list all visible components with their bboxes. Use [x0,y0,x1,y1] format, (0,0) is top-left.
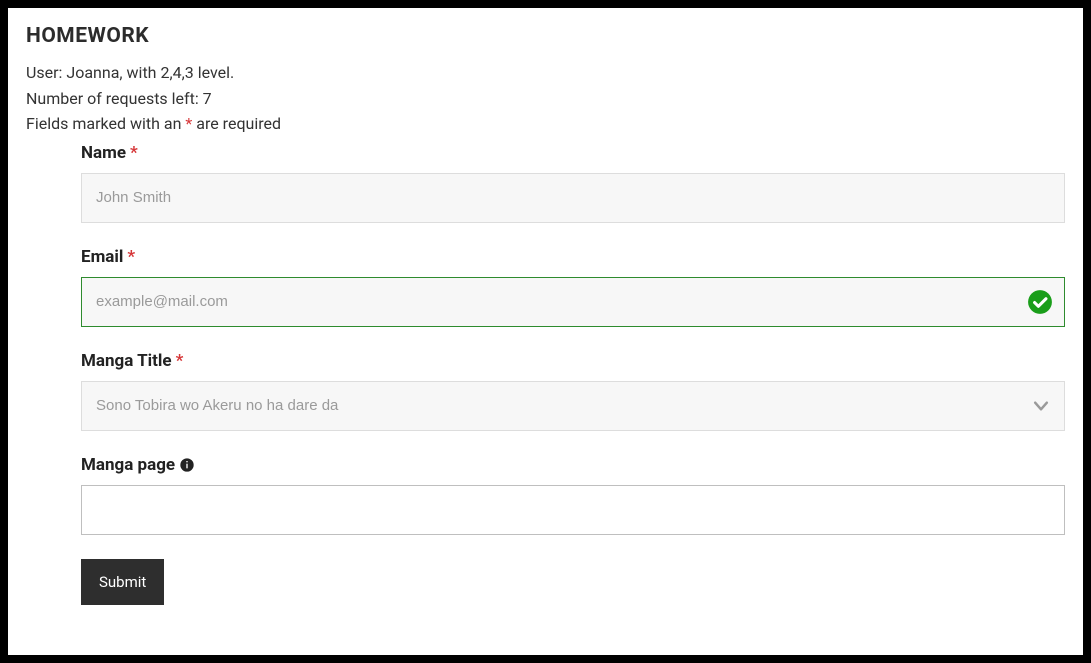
required-note: Fields marked with an * are required [26,111,1065,137]
field-group-manga-page: Manga page [81,455,1065,535]
manga-title-required-star: * [176,351,184,371]
requests-left-line: Number of requests left: 7 [26,86,1065,112]
info-circle-icon [179,457,195,473]
name-label-text: Name [81,143,126,163]
manga-page-input[interactable] [81,485,1065,535]
page-title: HOMEWORK [26,24,1065,48]
manga-page-label-text: Manga page [81,455,175,475]
manga-title-select[interactable]: Sono Tobira wo Akeru no ha dare da [81,381,1065,431]
submit-button[interactable]: Submit [81,559,164,605]
required-note-suffix: are required [192,114,281,133]
field-group-manga-title: Manga Title * Sono Tobira wo Akeru no ha… [81,351,1065,431]
field-group-email: Email * [81,247,1065,327]
email-input-wrap [81,277,1065,327]
user-info-line: User: Joanna, with 2,4,3 level. [26,60,1065,86]
field-group-name: Name * [81,143,1065,223]
email-required-star: * [127,247,135,267]
name-input[interactable] [81,173,1065,223]
email-input[interactable] [81,277,1065,327]
manga-title-label: Manga Title * [81,351,1065,371]
email-label: Email * [81,247,1065,267]
manga-page-input-wrap [81,485,1065,535]
form-area: Name * Email * [26,143,1065,605]
manga-title-label-text: Manga Title [81,351,172,371]
manga-page-label: Manga page [81,455,1065,475]
email-label-text: Email [81,247,123,267]
manga-title-select-wrap: Sono Tobira wo Akeru no ha dare da [81,381,1065,431]
name-required-star: * [130,143,138,163]
name-input-wrap [81,173,1065,223]
name-label: Name * [81,143,1065,163]
page-container: HOMEWORK User: Joanna, with 2,4,3 level.… [8,8,1083,655]
required-note-prefix: Fields marked with an [26,114,185,133]
